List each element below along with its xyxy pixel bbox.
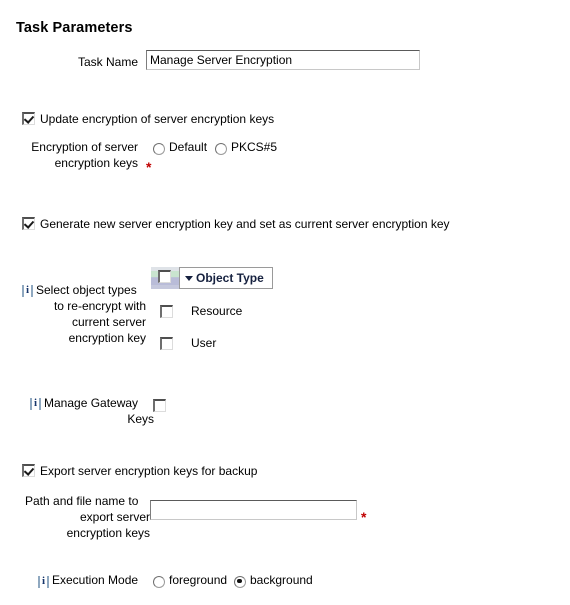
object-types-label-line1: Select object types — [36, 283, 137, 297]
gateway-keys-label-line2: Keys — [127, 412, 154, 426]
checkbox-box[interactable] — [160, 305, 173, 319]
checkbox-box[interactable] — [22, 112, 35, 126]
radio-default[interactable] — [153, 141, 165, 155]
generate-key-label: Generate new server encryption key and s… — [40, 217, 450, 231]
radio-circle[interactable] — [215, 142, 227, 155]
chevron-down-icon[interactable] — [185, 275, 193, 281]
object-types-label-line4: encryption key — [68, 331, 146, 345]
gateway-keys-info-icon[interactable] — [30, 396, 43, 410]
task-name-label: Task Name — [77, 55, 138, 69]
object-type-row-user-checkbox[interactable] — [160, 336, 173, 351]
generate-key-checkbox[interactable] — [22, 216, 35, 231]
page-title: Task Parameters — [16, 20, 133, 36]
gateway-keys-checkbox[interactable] — [153, 398, 166, 413]
update-encryption-label: Update encryption of server encryption k… — [40, 112, 275, 126]
radio-background[interactable] — [234, 574, 246, 588]
radio-circle[interactable] — [234, 575, 246, 588]
encryption-method-label-line1: Encryption of server — [31, 140, 138, 154]
checkbox-box[interactable] — [22, 217, 35, 231]
radio-circle[interactable] — [153, 575, 165, 588]
update-encryption-checkbox[interactable] — [22, 111, 35, 126]
radio-pkcs5[interactable] — [215, 141, 227, 155]
object-type-row-resource-checkbox[interactable] — [160, 304, 173, 319]
select-all-header-cell[interactable] — [151, 267, 179, 289]
export-path-required-marker: * — [361, 509, 367, 525]
execution-mode-label: Execution Mode — [52, 573, 139, 587]
object-type-grid-header: Object Type — [151, 267, 273, 289]
object-types-label-line2: to re-encrypt with — [53, 299, 146, 313]
checkbox-box[interactable] — [160, 337, 173, 351]
radio-pkcs5-label: PKCS#5 — [231, 140, 278, 154]
export-keys-label: Export server encryption keys for backup — [40, 464, 258, 478]
export-path-label-line3: encryption keys — [66, 526, 150, 540]
object-type-column-label: Object Type — [196, 271, 264, 285]
export-path-label-line2: export server — [79, 510, 150, 524]
radio-foreground[interactable] — [153, 574, 165, 588]
export-keys-checkbox[interactable] — [22, 463, 35, 478]
radio-background-label: background — [250, 573, 313, 587]
encryption-method-required-marker: * — [146, 159, 152, 175]
export-path-label-line1: Path and file name to — [25, 494, 139, 508]
task-name-input[interactable] — [146, 50, 420, 70]
object-type-row-user-label: User — [191, 336, 217, 350]
checkbox-box[interactable] — [153, 399, 166, 413]
select-all-checkbox[interactable] — [158, 270, 171, 283]
export-path-input[interactable] — [150, 500, 357, 520]
checkbox-box[interactable] — [22, 464, 35, 478]
execution-mode-info-icon[interactable] — [38, 574, 51, 588]
object-types-label-line3: current server — [71, 315, 146, 329]
object-type-column-header[interactable]: Object Type — [179, 267, 273, 289]
select-object-types-info-icon[interactable] — [22, 283, 35, 297]
encryption-method-label-line2: encryption keys — [54, 156, 138, 170]
radio-circle[interactable] — [153, 142, 165, 155]
gateway-keys-label-line1: Manage Gateway — [44, 396, 139, 410]
object-type-row-resource-label: Resource — [191, 304, 243, 318]
